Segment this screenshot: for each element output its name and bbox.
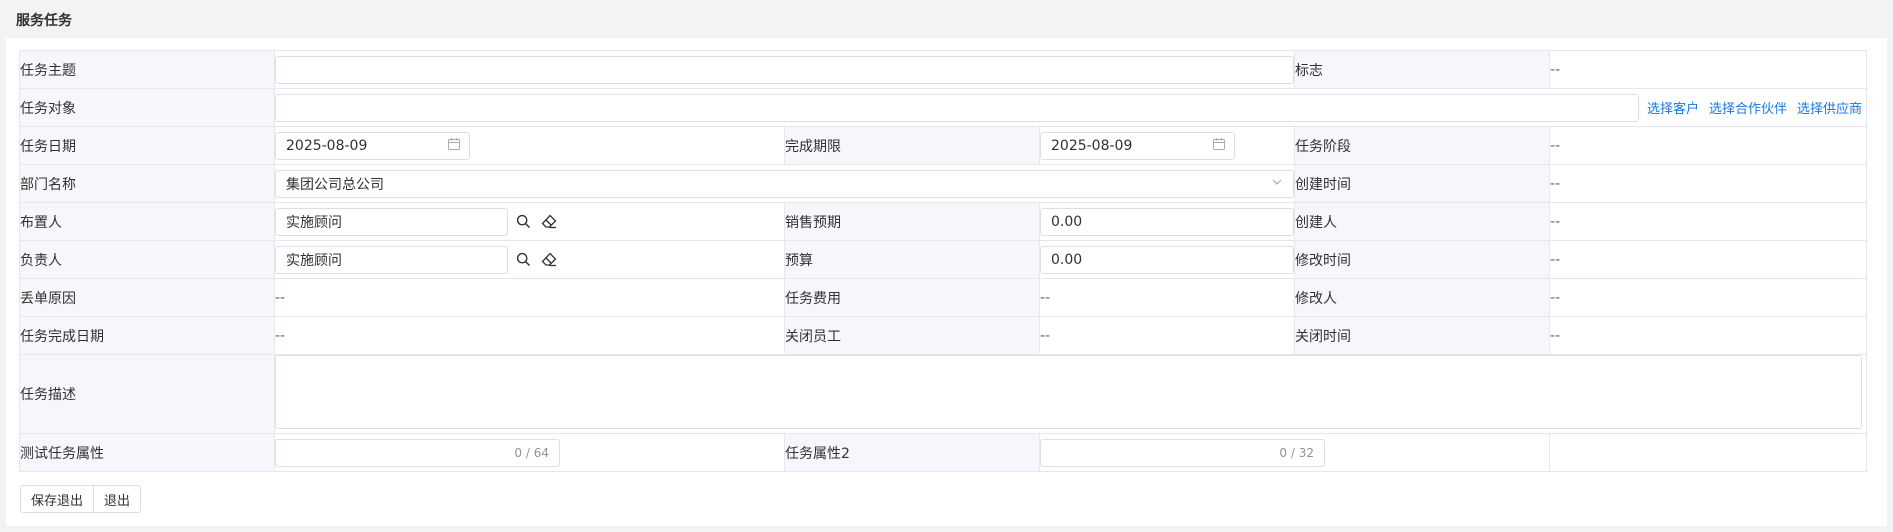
- department-select[interactable]: 集团公司总公司: [275, 169, 1295, 198]
- stage-value: --: [1549, 126, 1868, 165]
- reject-reason-label: 丢单原因: [19, 278, 275, 317]
- creator-label: 创建人: [1294, 202, 1551, 241]
- modifier-label: 修改人: [1294, 278, 1551, 317]
- form-row: 任务对象 选择客户 选择合作伙伴 选择供应商: [19, 88, 1868, 127]
- chevron-down-icon: [1271, 176, 1283, 192]
- created-time-value: --: [1549, 164, 1868, 203]
- test-attr-counter: 0 / 64: [514, 445, 549, 460]
- form-row: 布置人 实施顾问 销售预期 创建人 --: [19, 202, 1868, 241]
- description-textarea[interactable]: [275, 355, 1863, 429]
- target-cell: 选择客户 选择合作伙伴 选择供应商: [273, 88, 1868, 127]
- task-date-value: 2025-08-09: [286, 137, 368, 154]
- closed-by-label: 关闭员工: [784, 316, 1040, 355]
- sales-forecast-label: 销售预期: [784, 202, 1040, 241]
- closed-time-label: 关闭时间: [1294, 316, 1551, 355]
- modified-time-value: --: [1549, 240, 1868, 279]
- subject-cell: [273, 50, 1296, 89]
- action-buttons: 保存退出 退出: [20, 485, 142, 513]
- modified-time-label: 修改时间: [1294, 240, 1551, 279]
- sales-forecast-cell: [1038, 202, 1296, 241]
- subject-input[interactable]: [275, 55, 1295, 84]
- attr2-label: 任务属性2: [784, 433, 1040, 472]
- sales-forecast-input[interactable]: [1040, 207, 1295, 236]
- select-partner-link[interactable]: 选择合作伙伴: [1709, 98, 1787, 117]
- search-icon[interactable]: [512, 249, 534, 271]
- form-row: 任务完成日期 -- 关闭员工 -- 关闭时间 --: [19, 316, 1868, 355]
- deadline-label: 完成期限: [784, 126, 1040, 165]
- budget-cell: [1038, 240, 1296, 279]
- stage-label: 任务阶段: [1294, 126, 1551, 165]
- owner-cell: 实施顾问: [274, 240, 785, 279]
- form-row: 任务描述: [19, 354, 1868, 434]
- save-exit-button[interactable]: 保存退出: [20, 485, 95, 513]
- closed-time-value: --: [1549, 316, 1868, 355]
- task-date-picker[interactable]: 2025-08-09: [275, 131, 470, 160]
- flag-label: 标志: [1294, 50, 1551, 89]
- form-row: 测试任务属性 0 / 64 任务属性2 0 / 32: [19, 433, 1868, 472]
- owner-label: 负责人: [19, 240, 275, 279]
- eraser-icon[interactable]: [538, 249, 560, 271]
- assigner-cell: 实施顾问: [274, 202, 785, 241]
- page-title: 服务任务: [16, 13, 72, 29]
- deadline-picker[interactable]: 2025-08-09: [1040, 131, 1235, 160]
- form-row: 任务日期 2025-08-09 完成期限 2025-08-09 任务阶段 --: [19, 126, 1868, 165]
- calendar-icon: [447, 137, 461, 155]
- cost-label: 任务费用: [784, 278, 1040, 317]
- assigner-input[interactable]: 实施顾问: [275, 207, 508, 236]
- test-attr-label: 测试任务属性: [19, 433, 275, 472]
- complete-date-value: --: [274, 316, 785, 355]
- closed-by-value: --: [1038, 316, 1296, 355]
- target-links: 选择客户 选择合作伙伴 选择供应商: [1639, 98, 1862, 117]
- department-label: 部门名称: [19, 164, 275, 203]
- select-supplier-link[interactable]: 选择供应商: [1797, 98, 1862, 117]
- flag-value: --: [1549, 50, 1868, 89]
- created-time-label: 创建时间: [1294, 164, 1551, 203]
- form-row: 丢单原因 -- 任务费用 -- 修改人 --: [19, 278, 1868, 317]
- form-row: 任务主题 标志 --: [19, 50, 1868, 89]
- empty-cell: [1549, 433, 1868, 472]
- owner-input[interactable]: 实施顾问: [275, 245, 508, 274]
- select-customer-link[interactable]: 选择客户: [1647, 98, 1699, 117]
- form-panel: 任务主题 标志 -- 任务对象 选择客户 选择合作伙伴 选择供应商 任务日期 2…: [6, 38, 1887, 526]
- reject-reason-value: --: [274, 278, 785, 317]
- eraser-icon[interactable]: [538, 211, 560, 233]
- budget-label: 预算: [784, 240, 1040, 279]
- complete-date-label: 任务完成日期: [19, 316, 275, 355]
- calendar-icon: [1212, 137, 1226, 155]
- department-value: 集团公司总公司: [286, 176, 384, 193]
- attr2-cell: 0 / 32: [1038, 433, 1551, 472]
- budget-input[interactable]: [1040, 245, 1295, 274]
- target-input[interactable]: [275, 93, 1639, 122]
- modifier-value: --: [1549, 278, 1868, 317]
- task-date-cell: 2025-08-09: [274, 126, 785, 165]
- assigner-label: 布置人: [19, 202, 275, 241]
- search-icon[interactable]: [512, 211, 534, 233]
- form-row: 负责人 实施顾问 预算 修改时间 --: [19, 240, 1868, 279]
- cost-value: --: [1038, 278, 1296, 317]
- target-label: 任务对象: [19, 88, 275, 127]
- test-attr-input[interactable]: 0 / 64: [275, 438, 560, 467]
- form-row: 部门名称 集团公司总公司 创建时间 --: [19, 164, 1868, 203]
- task-form: 任务主题 标志 -- 任务对象 选择客户 选择合作伙伴 选择供应商 任务日期 2…: [19, 50, 1868, 472]
- creator-value: --: [1549, 202, 1868, 241]
- attr2-counter: 0 / 32: [1279, 445, 1314, 460]
- deadline-value: 2025-08-09: [1051, 137, 1133, 154]
- exit-button[interactable]: 退出: [93, 485, 142, 513]
- description-cell: [273, 354, 1868, 434]
- test-attr-cell: 0 / 64: [274, 433, 785, 472]
- department-cell: 集团公司总公司: [273, 164, 1296, 203]
- task-date-label: 任务日期: [19, 126, 275, 165]
- description-label: 任务描述: [19, 354, 275, 434]
- deadline-cell: 2025-08-09: [1038, 126, 1296, 165]
- attr2-input[interactable]: 0 / 32: [1040, 438, 1325, 467]
- subject-label: 任务主题: [19, 50, 275, 89]
